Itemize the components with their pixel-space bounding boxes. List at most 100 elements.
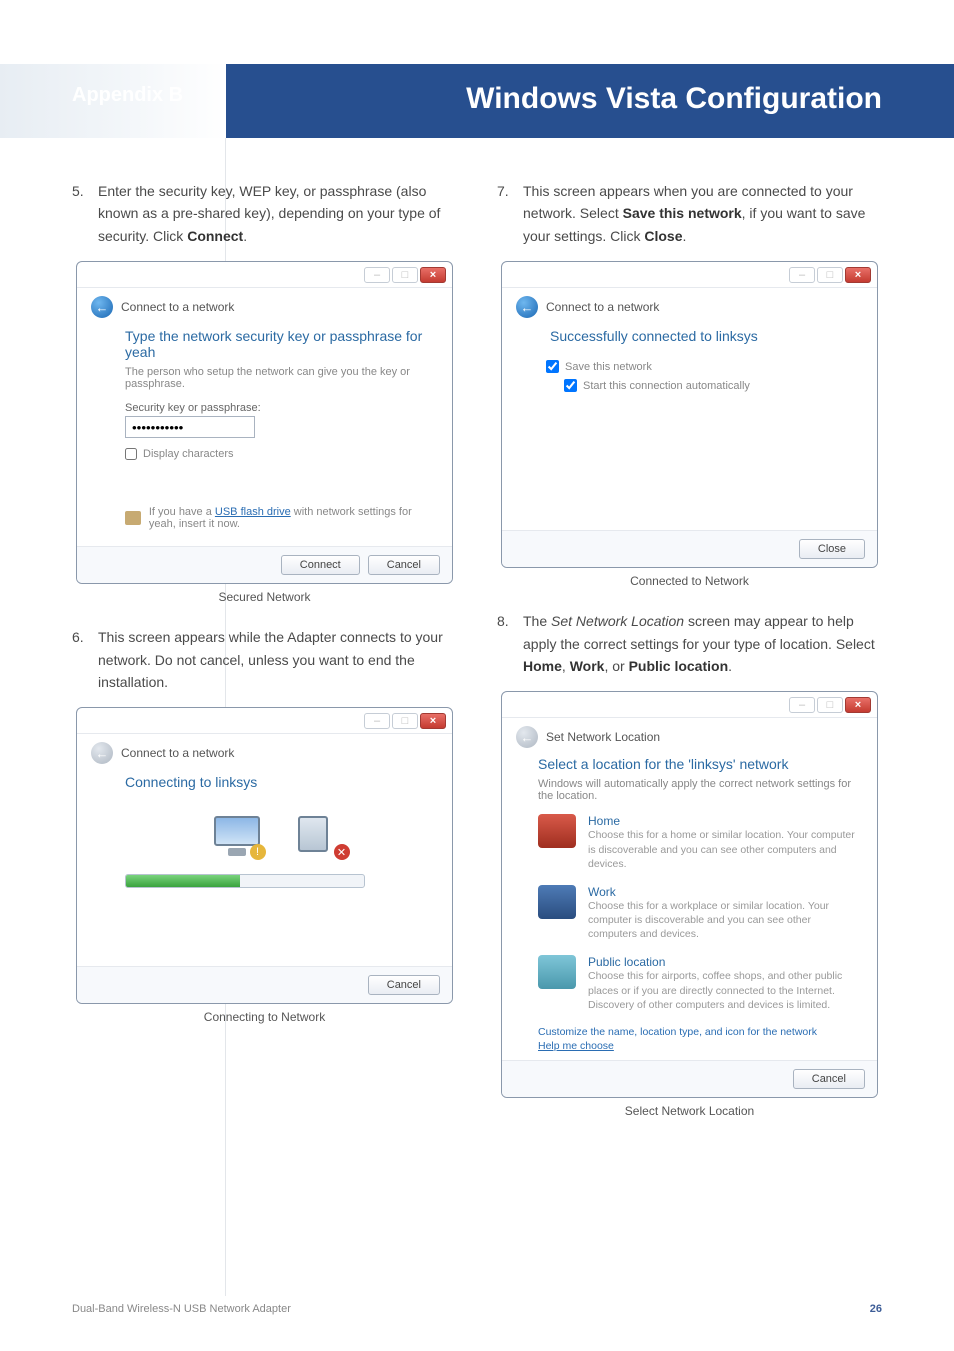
progress-bar	[125, 874, 365, 888]
min-button[interactable]: –	[789, 267, 815, 283]
step-5-number: 5.	[72, 180, 98, 247]
save-network-label: Save this network	[565, 361, 652, 373]
cancel-button[interactable]: Cancel	[368, 555, 440, 575]
cancel-button[interactable]: Cancel	[368, 975, 440, 995]
step-8-body: The Set Network Location screen may appe…	[523, 610, 882, 677]
work-title: Work	[588, 885, 861, 899]
step-8-text-e: ,	[562, 658, 570, 674]
passphrase-label: Security key or passphrase:	[125, 402, 432, 414]
cancel-button[interactable]: Cancel	[793, 1069, 865, 1089]
public-title: Public location	[588, 955, 861, 969]
step-7-number: 7.	[497, 180, 523, 247]
usb-flash-drive-link[interactable]: USB flash drive	[215, 506, 291, 518]
step-7: 7. This screen appears when you are conn…	[497, 180, 882, 247]
step-6: 6. This screen appears while the Adapter…	[72, 626, 457, 693]
passphrase-input[interactable]	[125, 416, 255, 438]
display-characters-checkbox[interactable]: Display characters	[125, 448, 432, 460]
step-5: 5. Enter the security key, WEP key, or p…	[72, 180, 457, 247]
connecting-caption: Connecting to Network	[72, 1010, 457, 1024]
connecting-heading: Connecting to linksys	[125, 774, 432, 790]
connecting-dialog-footer: Cancel	[77, 966, 452, 1003]
location-dialog-body: Select a location for the 'linksys' netw…	[502, 750, 877, 1060]
step-5-body: Enter the security key, WEP key, or pass…	[98, 180, 457, 247]
close-dialog-button[interactable]: Close	[799, 539, 865, 559]
max-button[interactable]: □	[817, 267, 843, 283]
secured-heading: Type the network security key or passphr…	[125, 328, 432, 360]
location-option-public[interactable]: Public location Choose this for airports…	[538, 955, 861, 1012]
dialog-breadcrumb: Connect to a network	[546, 300, 659, 314]
location-option-home[interactable]: Home Choose this for a home or similar l…	[538, 814, 861, 871]
back-icon: ←	[91, 742, 113, 764]
appendix-label: Appendix B	[72, 84, 183, 107]
step-8-text-i: .	[728, 658, 732, 674]
step-8-text-g: , or	[604, 658, 628, 674]
close-button[interactable]: ×	[420, 267, 446, 283]
min-button[interactable]: –	[789, 697, 815, 713]
max-button[interactable]: □	[392, 267, 418, 283]
save-network-checkbox[interactable]: Save this network	[546, 360, 857, 373]
step-8-work-word: Work	[570, 658, 605, 674]
min-button[interactable]: –	[364, 267, 390, 283]
step-5-text-c: .	[243, 228, 247, 244]
connected-dialog: – □ × ← Connect to a network Successfull…	[501, 261, 878, 568]
public-desc: Choose this for airports, coffee shops, …	[588, 969, 861, 1012]
back-icon[interactable]: ←	[91, 296, 113, 318]
page-title: Windows Vista Configuration	[466, 82, 882, 116]
location-option-work[interactable]: Work Choose this for a workplace or simi…	[538, 885, 861, 942]
dialog-titlebar: – □ ×	[502, 692, 877, 718]
left-column: 5. Enter the security key, WEP key, or p…	[72, 180, 457, 1140]
connecting-dialog: – □ × ← Connect to a network Connecting …	[76, 707, 453, 1004]
secured-dialog-body: Type the network security key or passphr…	[77, 320, 452, 546]
connected-caption: Connected to Network	[497, 574, 882, 588]
public-icon	[538, 955, 576, 989]
auto-connect-box[interactable]	[564, 379, 577, 392]
connected-heading: Successfully connected to linksys	[550, 328, 857, 344]
network-location-dialog: – □ × ← Set Network Location Select a lo…	[501, 691, 878, 1098]
step-8-text-a: The	[523, 613, 551, 629]
help-me-choose-link[interactable]: Help me choose	[538, 1040, 861, 1052]
warning-badge-icon: !	[250, 844, 266, 860]
back-icon[interactable]: ←	[516, 296, 538, 318]
footer-page-number: 26	[870, 1303, 882, 1315]
auto-connect-checkbox[interactable]: Start this connection automatically	[564, 379, 857, 392]
connecting-dialog-body: Connecting to linksys ! ✕	[77, 766, 452, 966]
close-button[interactable]: ×	[420, 713, 446, 729]
error-badge-icon: ✕	[334, 844, 350, 860]
step-6-body: This screen appears while the Adapter co…	[98, 626, 457, 693]
home-title: Home	[588, 814, 861, 828]
location-dialog-footer: Cancel	[502, 1060, 877, 1097]
secured-network-dialog: – □ × ← Connect to a network Type the ne…	[76, 261, 453, 584]
close-button[interactable]: ×	[845, 697, 871, 713]
max-button[interactable]: □	[392, 713, 418, 729]
customize-link[interactable]: Customize the name, location type, and i…	[538, 1026, 861, 1038]
max-button[interactable]: □	[817, 697, 843, 713]
step-7-text-e: .	[683, 228, 687, 244]
dialog-header-row: ← Connect to a network	[502, 288, 877, 320]
secured-subtext: The person who setup the network can giv…	[125, 366, 432, 390]
usb-tip-pre: If you have a	[149, 506, 215, 518]
page-footer: Dual-Band Wireless-N USB Network Adapter…	[72, 1303, 882, 1315]
connect-button[interactable]: Connect	[281, 555, 360, 575]
dialog-header-row: ← Connect to a network	[77, 288, 452, 320]
usb-icon	[125, 511, 141, 525]
step-8-screen-name: Set Network Location	[551, 613, 684, 629]
connect-graphic: ! ✕	[125, 816, 432, 856]
location-heading: Select a location for the 'linksys' netw…	[538, 756, 861, 772]
min-button[interactable]: –	[364, 713, 390, 729]
work-icon	[538, 885, 576, 919]
usb-tip-row: If you have a USB flash drive with netwo…	[125, 506, 432, 530]
display-characters-label: Display characters	[143, 448, 233, 460]
display-characters-box[interactable]	[125, 448, 137, 460]
step-7-close-word: Close	[644, 228, 682, 244]
progress-fill	[126, 875, 240, 887]
save-network-box[interactable]	[546, 360, 559, 373]
close-button[interactable]: ×	[845, 267, 871, 283]
dialog-header-row: ← Connect to a network	[77, 734, 452, 766]
dialog-titlebar: – □ ×	[77, 262, 452, 288]
footer-product: Dual-Band Wireless-N USB Network Adapter	[72, 1303, 291, 1315]
location-caption: Select Network Location	[497, 1104, 882, 1118]
secured-caption: Secured Network	[72, 590, 457, 604]
step-8: 8. The Set Network Location screen may a…	[497, 610, 882, 677]
step-6-number: 6.	[72, 626, 98, 693]
auto-connect-label: Start this connection automatically	[583, 380, 750, 392]
